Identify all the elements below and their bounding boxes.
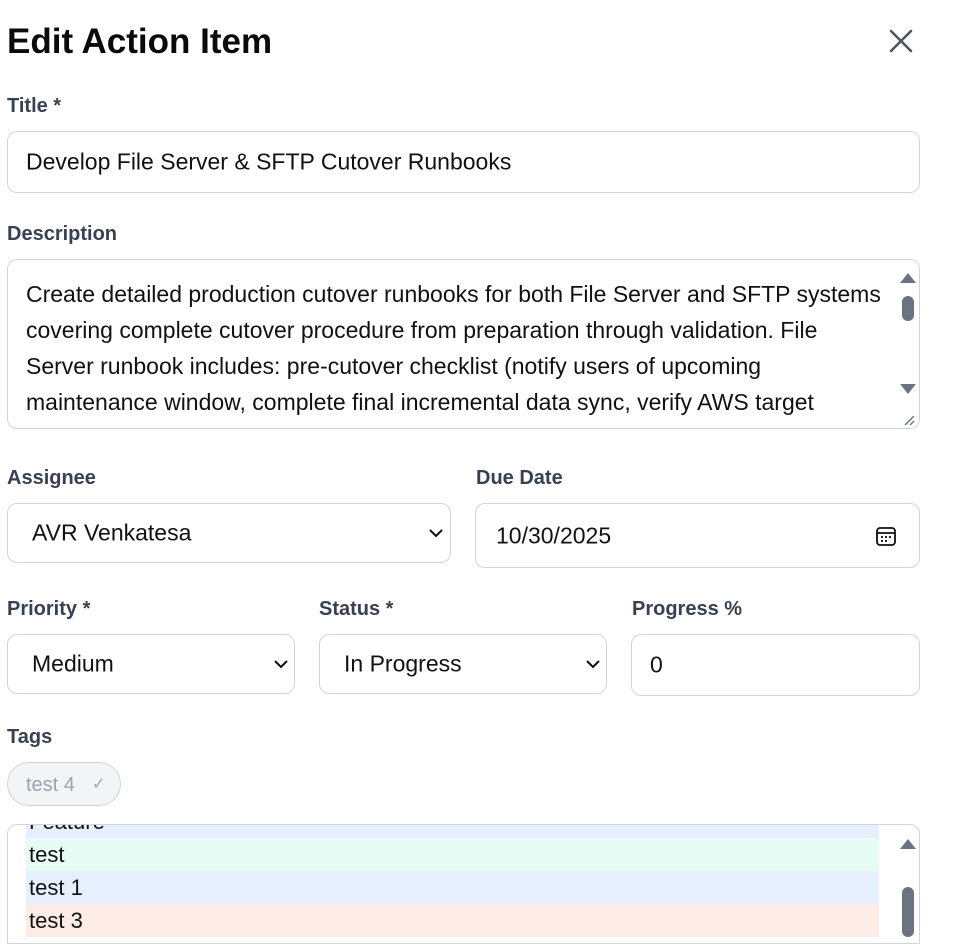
resize-handle-icon[interactable] — [901, 412, 915, 426]
chevron-down-icon — [586, 660, 600, 669]
tag-option-label: test 3 — [29, 908, 83, 933]
scroll-down-icon[interactable] — [900, 384, 916, 394]
check-icon: ✓ — [92, 776, 106, 793]
tags-scrollbar-thumb[interactable] — [902, 887, 914, 937]
progress-label: Progress % — [632, 598, 743, 620]
title-input-value: Develop File Server & SFTP Cutover Runbo… — [26, 148, 512, 175]
assignee-select[interactable]: AVR Venkatesa — [7, 503, 451, 563]
due-date-value: 10/30/2025 — [496, 522, 612, 548]
description-textarea[interactable]: Create detailed production cutover runbo… — [7, 259, 920, 429]
progress-input[interactable]: 0 — [631, 634, 920, 696]
priority-select-value: Medium — [32, 650, 114, 677]
chevron-down-icon — [274, 660, 288, 669]
priority-select[interactable]: Medium — [7, 634, 295, 694]
tag-option-label: test — [29, 842, 65, 867]
calendar-icon[interactable] — [875, 525, 897, 547]
status-select[interactable]: In Progress — [319, 634, 607, 694]
tag-chip-label: test 4 — [26, 774, 75, 796]
tag-chip[interactable]: test 4 ✓ — [7, 762, 121, 806]
title-label: Title * — [7, 95, 62, 117]
priority-label: Priority * — [7, 598, 91, 620]
assignee-label: Assignee — [7, 467, 96, 489]
chevron-down-icon — [429, 529, 443, 538]
tag-option[interactable]: Feature — [26, 825, 879, 838]
dialog-title: Edit Action Item — [7, 22, 273, 61]
close-icon[interactable] — [885, 25, 917, 57]
description-label: Description — [7, 223, 118, 245]
status-select-value: In Progress — [344, 650, 462, 677]
tags-label: Tags — [7, 726, 53, 748]
description-text: Create detailed production cutover runbo… — [26, 281, 881, 428]
scroll-up-icon[interactable] — [900, 839, 916, 849]
due-date-input[interactable]: 10/30/2025 — [475, 503, 920, 568]
due-date-label: Due Date — [476, 467, 563, 489]
assignee-select-value: AVR Venkatesa — [32, 519, 192, 546]
tag-option-label: Feature — [29, 825, 105, 835]
status-label: Status * — [319, 598, 394, 620]
description-scrollbar-thumb[interactable] — [902, 296, 914, 321]
tag-option[interactable]: test 3 — [26, 904, 879, 937]
tag-option[interactable]: test — [26, 838, 879, 871]
scroll-up-icon[interactable] — [900, 273, 916, 283]
tags-listbox[interactable]: Feature test test 1 test 3 — [7, 824, 920, 944]
progress-input-value: 0 — [650, 651, 663, 678]
title-input[interactable]: Develop File Server & SFTP Cutover Runbo… — [7, 131, 920, 193]
tag-option-label: test 1 — [29, 875, 83, 900]
tag-option[interactable]: test 1 — [26, 871, 879, 904]
